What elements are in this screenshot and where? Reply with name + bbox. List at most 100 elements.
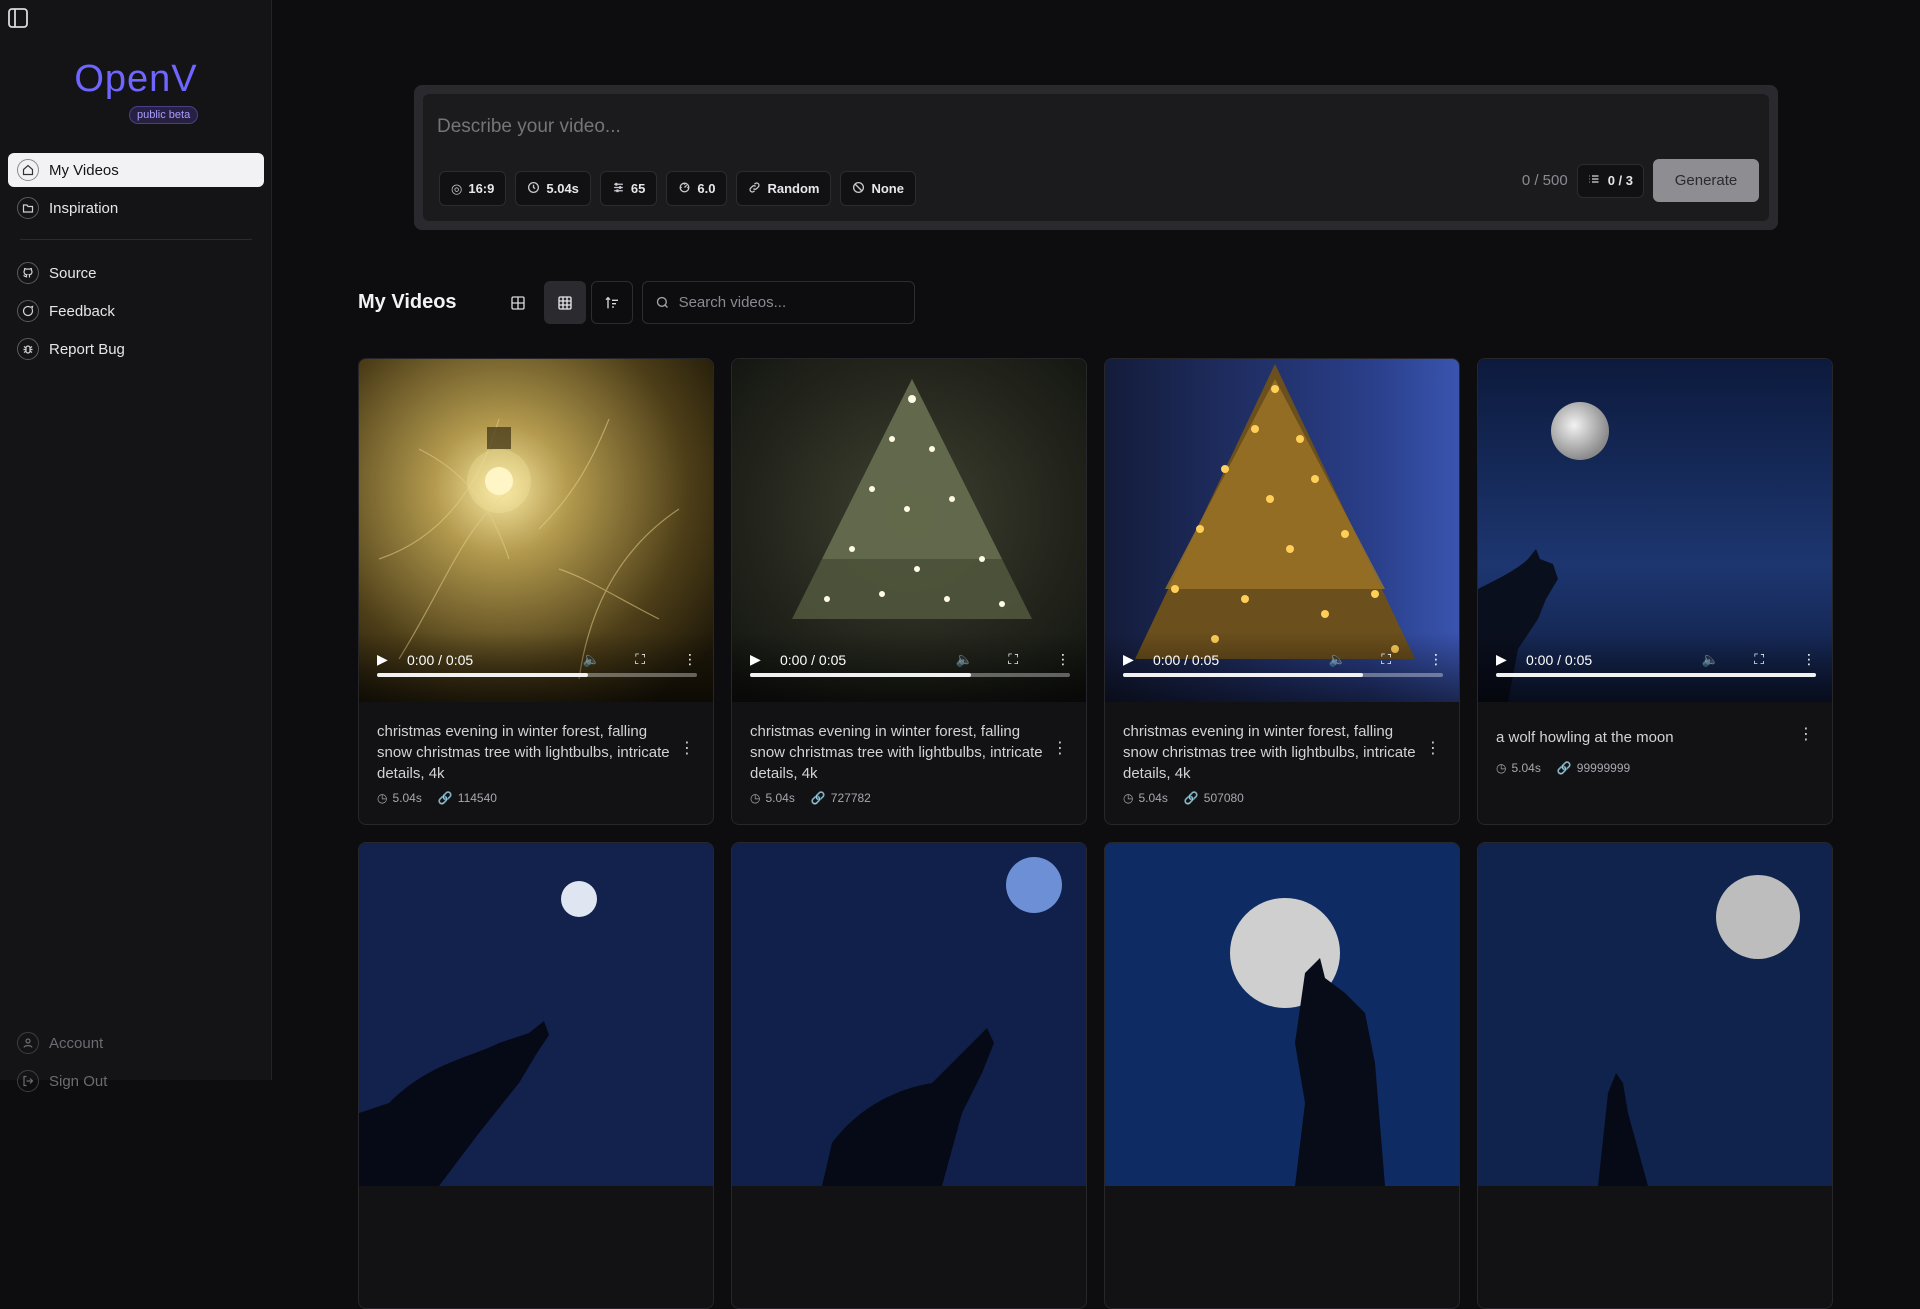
video-player[interactable] [1105,843,1459,1186]
play-icon[interactable]: ▶ [1123,651,1139,668]
card-menu-icon[interactable]: ⋮ [1798,727,1814,743]
duration-text: 5.04s [1511,761,1541,775]
fullscreen-icon[interactable]: ⛶ [1008,651,1018,668]
seed-text: 99999999 [1576,761,1631,775]
sidebar-item-my-videos[interactable]: My Videos [8,153,264,187]
video-thumbnail [1478,843,1832,1186]
sidebar-item-source[interactable]: Source [8,256,264,290]
duration-meta: ◷ 5.04s [1496,761,1541,775]
progress-fill [750,673,971,677]
duration-chip[interactable]: 5.04s [515,171,591,206]
sidebar-toggle-icon[interactable] [6,6,30,30]
video-caption: christmas evening in winter forest, fall… [750,723,1043,782]
video-card: ▶ 0:00 / 0:05 🔈 ⛶ ⋮ christmas evening in… [731,358,1087,825]
clock-icon: ◷ [750,791,761,805]
more-options-icon[interactable]: ⋮ [1429,651,1443,668]
more-options-icon[interactable]: ⋮ [683,651,697,668]
card-menu-icon[interactable]: ⋮ [679,741,695,757]
char-count: 0 / 500 [1521,172,1568,189]
folder-icon [17,197,39,219]
prompt-input[interactable] [437,116,1337,138]
guidance-chip[interactable]: 6.0 [666,171,728,206]
progress-bar[interactable] [377,673,697,677]
clock-icon [527,181,540,197]
aspect-ratio-chip[interactable]: ◎ 16:9 [439,171,507,206]
video-player[interactable]: ▶ 0:00 / 0:05 🔈 ⛶ ⋮ [1478,359,1832,702]
card-menu-icon[interactable]: ⋮ [1052,741,1068,757]
queue-value: 0 / 3 [1607,173,1633,188]
grid-small-view-button[interactable] [543,281,586,324]
video-player[interactable]: ▶ 0:00 / 0:05 🔈 ⛶ ⋮ [1105,359,1459,702]
video-meta: ◷ 5.04s 🔗 99999999 [1496,761,1630,775]
seed-text: 507080 [1203,791,1244,805]
video-card [1477,842,1833,1309]
video-card: ▶ 0:00 / 0:05 🔈 ⛶ ⋮ christmas evening in… [358,358,714,825]
duration-meta: ◷ 5.04s [377,791,422,805]
video-card: ▶ 0:00 / 0:05 🔈 ⛶ ⋮ a wolf howling at th… [1477,358,1833,825]
queue-chip[interactable]: 0 / 3 [1576,163,1644,198]
video-player[interactable]: ▶ 0:00 / 0:05 🔈 ⛶ ⋮ [359,359,713,702]
play-icon[interactable]: ▶ [750,651,766,668]
video-card [358,842,714,1309]
clock-icon: ◷ [1123,791,1134,805]
more-options-icon[interactable]: ⋮ [1802,651,1816,668]
more-options-icon[interactable]: ⋮ [1056,651,1070,668]
volume-icon[interactable]: 🔈 [1702,651,1719,668]
guidance-value: 6.0 [697,181,716,196]
player-controls: ▶ 0:00 / 0:05 🔈 ⛶ ⋮ [1105,632,1459,702]
video-player[interactable] [732,843,1086,1186]
player-controls: ▶ 0:00 / 0:05 🔈 ⛶ ⋮ [359,632,713,702]
beta-badge: public beta [129,106,199,124]
progress-fill [1496,673,1816,677]
sort-icon [605,296,618,308]
videos-toolbar: My Videos [358,281,915,324]
sort-button[interactable] [590,281,633,324]
progress-bar[interactable] [750,673,1070,677]
link-icon: 🔗 [1556,761,1572,775]
search-input[interactable] [678,294,899,311]
fullscreen-icon[interactable]: ⛶ [1754,651,1764,668]
play-icon[interactable]: ▶ [377,651,393,668]
progress-bar[interactable] [1123,673,1443,677]
list-icon [1588,173,1600,188]
link-icon [748,181,761,197]
sidebar-item-feedback[interactable]: Feedback [8,294,264,328]
fullscreen-icon[interactable]: ⛶ [635,651,645,668]
sidebar-item-report-bug[interactable]: Report Bug [8,332,264,366]
negative-prompt-value: None [871,181,904,196]
video-player[interactable] [1478,843,1832,1186]
seed-text: 727782 [830,791,871,805]
grid-large-view-button[interactable] [497,281,539,324]
volume-icon[interactable]: 🔈 [1329,651,1346,668]
grid-2x2-icon [510,295,525,310]
video-grid: ▶ 0:00 / 0:05 🔈 ⛶ ⋮ christmas evening in… [358,358,1836,1309]
search-field[interactable] [641,281,915,324]
duration-meta: ◷ 5.04s [750,791,795,805]
sidebar-item-inspiration[interactable]: Inspiration [8,191,264,225]
fullscreen-icon[interactable]: ⛶ [1381,651,1391,668]
negative-prompt-chip[interactable]: None [840,171,916,206]
steps-value: 65 [630,181,646,196]
sidebar-item-account[interactable]: Account [8,1026,264,1060]
card-menu-icon[interactable]: ⋮ [1425,741,1441,757]
generate-button[interactable]: Generate [1653,159,1759,202]
play-icon[interactable]: ▶ [1496,651,1512,668]
volume-icon[interactable]: 🔈 [583,651,600,668]
time-display: 0:00 / 0:05 [780,651,847,668]
progress-bar[interactable] [1496,673,1816,677]
link-icon: 🔗 [437,791,453,805]
sidebar-item-label: Account [49,1034,104,1052]
generate-controls: 0 / 500 0 / 3 Generate [1522,159,1759,202]
duration-value: 5.04s [546,181,579,196]
sidebar-item-sign-out[interactable]: Sign Out [8,1064,264,1098]
home-icon [17,159,39,181]
app-logo: OpenV [74,58,198,100]
user-icon [17,1032,39,1054]
steps-chip[interactable]: 65 [599,171,658,206]
primary-nav: My Videos Inspiration Source Feedback Re… [8,153,264,370]
volume-icon[interactable]: 🔈 [956,651,973,668]
video-player[interactable]: ▶ 0:00 / 0:05 🔈 ⛶ ⋮ [732,359,1086,702]
video-caption: christmas evening in winter forest, fall… [377,723,670,782]
video-player[interactable] [359,843,713,1186]
seed-chip[interactable]: Random [736,171,832,206]
